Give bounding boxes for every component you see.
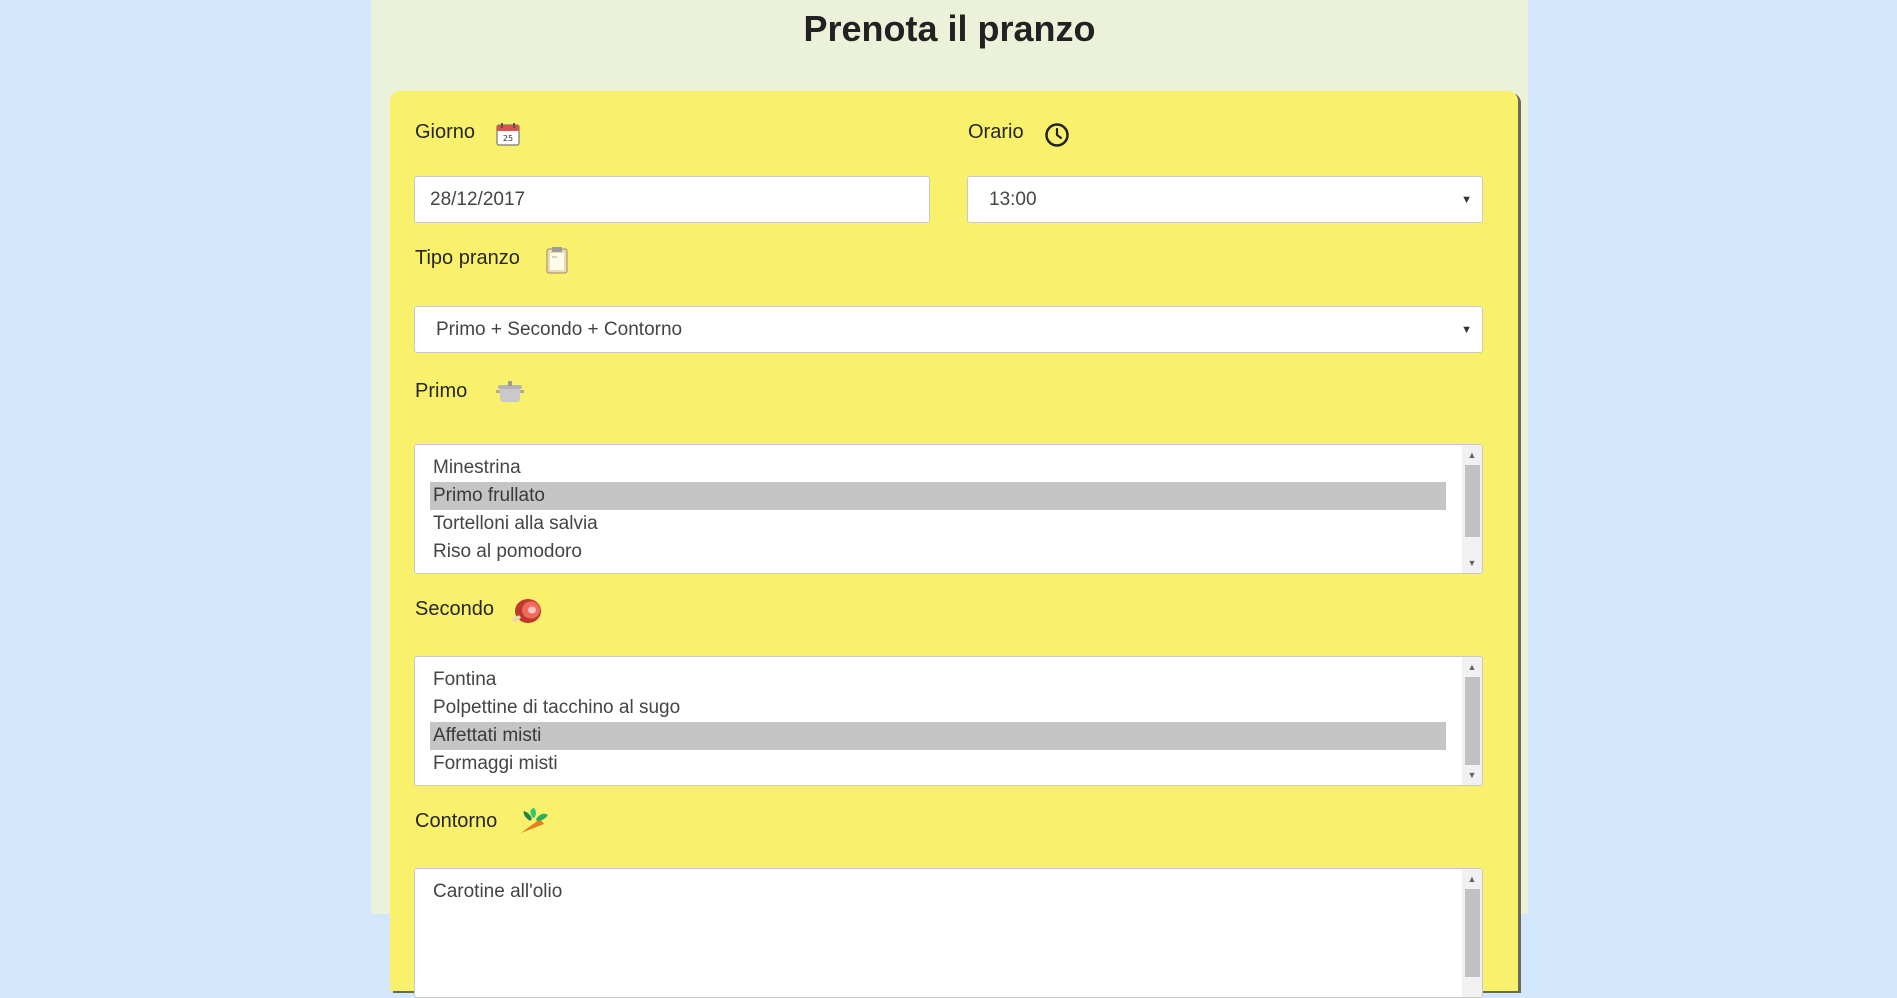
secondo-scrollbar[interactable]: ▲ ▼ <box>1462 657 1482 785</box>
secondo-option[interactable]: Fontina <box>430 666 1446 694</box>
tipo-pranzo-value: Primo + Secondo + Contorno <box>436 318 683 340</box>
chevron-down-icon: ▼ <box>1461 193 1472 206</box>
clock-icon <box>1045 123 1069 147</box>
secondo-option[interactable]: Polpettine di tacchino al sugo <box>430 694 1446 722</box>
primo-scrollbar[interactable]: ▲ ▼ <box>1462 445 1482 573</box>
tipo-pranzo-select[interactable]: Primo + Secondo + Contorno ▼ <box>414 306 1483 353</box>
primo-option[interactable]: Riso al pomodoro <box>430 538 1446 566</box>
orario-select[interactable]: 13:00 ▼ <box>967 176 1483 223</box>
secondo-option-selected[interactable]: Affettati misti <box>430 722 1446 750</box>
primo-option-selected[interactable]: Primo frullato <box>430 482 1446 510</box>
scroll-up-icon[interactable]: ▲ <box>1462 873 1482 885</box>
primo-option[interactable]: Tortelloni alla salvia <box>430 510 1446 538</box>
contorno-label: Contorno <box>415 810 498 832</box>
clipboard-icon <box>546 247 568 274</box>
contorno-listbox[interactable]: Carotine all'olio ▲ <box>414 868 1483 998</box>
secondo-option[interactable]: Formaggi misti <box>430 750 1446 778</box>
page-column: Prenota il pranzo Giorno 25 Orario 28/12… <box>371 0 1528 998</box>
primo-scroll-thumb[interactable] <box>1465 465 1480 537</box>
giorno-value: 28/12/2017 <box>430 188 526 210</box>
scroll-down-icon[interactable]: ▼ <box>1462 769 1482 781</box>
pot-icon <box>496 381 524 402</box>
contorno-option[interactable]: Carotine all'olio <box>430 878 1446 906</box>
calendar-icon: 25 <box>496 123 520 146</box>
primo-listbox[interactable]: Minestrina Primo frullato Tortelloni all… <box>414 444 1483 574</box>
svg-text:25: 25 <box>503 134 513 143</box>
primo-option[interactable] <box>430 566 1446 573</box>
booking-form: Giorno 25 Orario 28/12/2017 13:00 ▼ Tipo… <box>390 91 1518 998</box>
page-title: Prenota il pranzo <box>803 8 1096 49</box>
giorno-label: Giorno <box>415 121 476 143</box>
secondo-scroll-thumb[interactable] <box>1465 677 1480 765</box>
primo-label: Primo <box>415 380 468 402</box>
orario-value: 13:00 <box>989 188 1037 210</box>
contorno-scrollbar[interactable]: ▲ <box>1462 869 1482 997</box>
contorno-scroll-thumb[interactable] <box>1465 889 1480 977</box>
secondo-label: Secondo <box>415 598 494 620</box>
tipo-pranzo-label: Tipo pranzo <box>415 247 520 269</box>
primo-option[interactable]: Minestrina <box>430 454 1446 482</box>
secondo-listbox[interactable]: Fontina Polpettine di tacchino al sugo A… <box>414 656 1483 786</box>
scroll-up-icon[interactable]: ▲ <box>1462 661 1482 673</box>
contorno-option[interactable] <box>430 906 1446 934</box>
scroll-up-icon[interactable]: ▲ <box>1462 449 1482 461</box>
giorno-date-input[interactable]: 28/12/2017 <box>414 176 930 223</box>
chevron-down-icon: ▼ <box>1461 323 1472 336</box>
orario-label: Orario <box>968 121 1024 143</box>
scroll-down-icon[interactable]: ▼ <box>1462 557 1482 569</box>
ham-icon <box>512 599 541 623</box>
vegetables-icon <box>521 808 548 833</box>
